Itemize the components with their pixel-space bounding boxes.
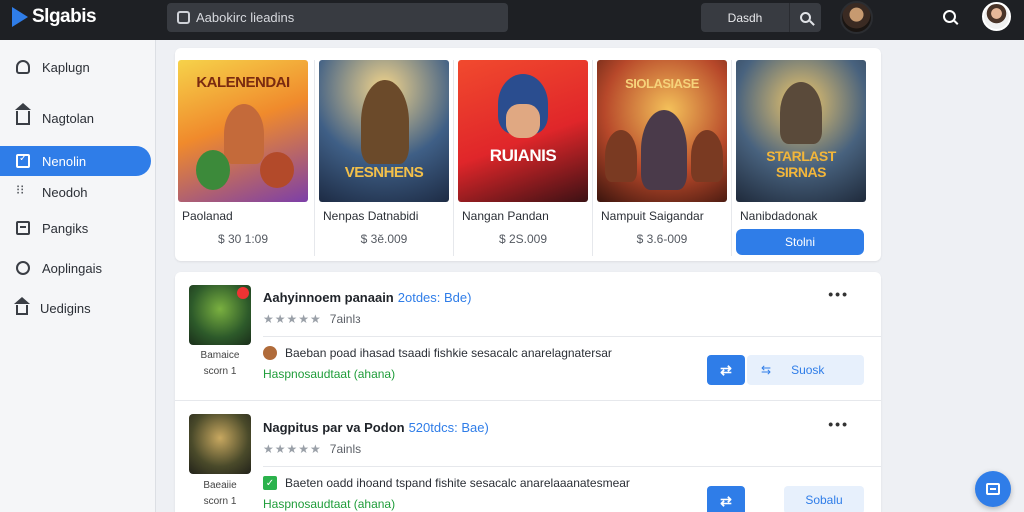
feed-title-text: Nagpitus par va Podon [263, 420, 405, 435]
sidebar-item-aoplingais[interactable]: Aoplingais [0, 253, 151, 283]
cover-title: STARLAST SIRNAS [766, 148, 836, 180]
rating-stars: ★★★★★ 7ainlз [263, 312, 361, 326]
sidebar-item-label: Neodoh [42, 184, 88, 200]
house-icon [14, 297, 30, 315]
more-options-icon[interactable]: ••• [828, 416, 849, 432]
store-button[interactable]: Stolni [736, 229, 864, 255]
sidebar-item-neodoh[interactable]: Neodoh [0, 177, 151, 207]
subscribe-button[interactable]: Sobalu [784, 486, 864, 512]
home-icon [15, 103, 31, 125]
badge-icon [237, 287, 249, 299]
description-text: Baeten oadd ihoand tspand fishite sesaca… [285, 476, 630, 490]
top-bar: Slgabis Dasdh [0, 0, 1024, 40]
sidebar-item-label: Nenolin [42, 153, 87, 169]
status-text: Haspnosaudtaat (ahana) [263, 367, 396, 381]
search-button[interactable]: Dasdh [701, 3, 789, 32]
person-icon [16, 60, 30, 74]
game-card[interactable]: STARLAST SIRNAS Nanibdadonak Stolni [736, 60, 866, 255]
share-icon: ⇄ [720, 492, 732, 509]
game-feed: Bamaice scorn 1 Aahyinnoem panaain 2otdes… [175, 272, 881, 512]
game-name: Nampuit Saigandar [601, 209, 704, 223]
game-price: $ 30 1:09 [217, 232, 269, 246]
floating-action-button[interactable] [975, 471, 1011, 507]
cover-title: RUIANIS [489, 146, 557, 165]
feed-tag[interactable]: 520tdcs: Bae) [409, 420, 489, 435]
feed-description: ✓ Baeten oadd ihoand tspand fishite sesa… [263, 476, 630, 490]
sidebar-item-kaplugn[interactable]: Kaplugn [0, 52, 151, 82]
game-cover-image[interactable]: KALENENDAI [178, 60, 308, 202]
sidebar-item-label: Pangiks [42, 220, 89, 236]
subscribe-button[interactable]: ⇆ Suosk [747, 355, 864, 385]
game-cover-image[interactable]: STARLAST SIRNAS [736, 60, 866, 202]
cover-title: KALENENDAI [196, 74, 290, 91]
sidebar-item-uedigins[interactable]: Uedigins [0, 293, 151, 323]
featured-games-strip: KALENENDAI Paolanad $ 30 1:09 VESNHENS N… [175, 48, 881, 261]
search-bar [167, 3, 508, 32]
game-card[interactable]: VESNHENS Nenpas Datnabidi $ 3ĕ.009 [319, 60, 449, 246]
status-text: Haspnosaudtaat (ahana) [263, 497, 396, 511]
calendar-icon [16, 221, 30, 235]
sidebar-item-label: Uedigins [40, 300, 91, 316]
sidebar-item-nenolin[interactable]: Nenolin [0, 146, 151, 176]
game-name: Paolanad [182, 209, 233, 223]
game-price: $ 3ĕ.009 [360, 232, 408, 246]
rating-count: 7ainls [329, 442, 362, 456]
more-options-icon[interactable]: ••• [828, 286, 849, 302]
game-price: $ 3.6-009 [636, 232, 688, 246]
play-logo-icon [12, 7, 28, 27]
game-card[interactable]: RUIANIS Nangan Pandan $ 2S.009 [458, 60, 588, 246]
publisher-avatar-icon [263, 346, 277, 360]
rating-stars: ★★★★★ 7ainls [263, 442, 362, 456]
search-input[interactable] [196, 10, 496, 25]
feed-title[interactable]: Aahyinnoem panaain 2otdes: Bde) [263, 290, 471, 305]
sidebar-item-label: Kaplugn [42, 59, 90, 75]
sidebar-item-pangiks[interactable]: Pangiks [0, 213, 151, 243]
feed-tag[interactable]: 2otdes: Bde) [398, 290, 472, 305]
search-icon[interactable] [943, 10, 956, 23]
checkbox-icon [16, 153, 30, 168]
game-card[interactable]: SIOLASIASE Nampuit Saigandar $ 3.6-009 [597, 60, 727, 246]
game-thumbnail[interactable] [189, 414, 251, 474]
search-bookmark-icon [177, 11, 190, 24]
game-name: Nangan Pandan [462, 209, 549, 223]
sidebar-item-nagtolan[interactable]: Nagtolan [0, 103, 151, 133]
app-name: Slgabis [32, 6, 97, 27]
share-icon: ⇄ [720, 361, 732, 378]
chat-icon [986, 483, 1000, 495]
game-price: $ 2S.009 [498, 232, 548, 246]
cover-title: SIOLASIASE [625, 76, 699, 91]
game-name: Nenpas Datnabidi [323, 209, 419, 223]
game-cover-image[interactable]: SIOLASIASE [597, 60, 727, 202]
sidebar-item-label: Aoplingais [42, 260, 102, 276]
gear-icon [16, 261, 30, 275]
rating-count: 7ainlз [329, 312, 361, 326]
share-button[interactable]: ⇄ [707, 486, 745, 512]
feed-title[interactable]: Nagpitus par va Podon 520tdcs: Bae) [263, 420, 489, 435]
pin-icon: ⇆ [761, 363, 772, 377]
thumbnail-subcaption: scorn 1 [203, 496, 237, 507]
share-button[interactable]: ⇄ [707, 355, 745, 385]
search-icon-button[interactable] [789, 3, 821, 32]
user-avatar[interactable] [982, 2, 1011, 31]
game-avatar[interactable] [840, 1, 873, 34]
game-cover-image[interactable]: RUIANIS [458, 60, 588, 202]
magnifier-icon [800, 12, 811, 23]
game-card[interactable]: KALENENDAI Paolanad $ 30 1:09 [178, 60, 308, 246]
feed-description: Baeban poad ihasad tsaadi fishkie sesaca… [263, 346, 612, 360]
game-thumbnail[interactable] [189, 285, 251, 345]
cover-title: VESNHENS [344, 164, 424, 181]
thumbnail-subcaption: scorn 1 [203, 366, 237, 377]
description-text: Baeban poad ihasad tsaadi fishkie sesaca… [285, 346, 612, 360]
sidebar-item-label: Nagtolan [42, 110, 95, 126]
game-name: Nanibdadonak [740, 209, 818, 223]
dots-icon [16, 182, 30, 199]
subscribe-label: Suosk [791, 363, 825, 377]
sidebar: Kaplugn Nagtolan Nenolin Neodoh Pangiks … [0, 40, 156, 512]
feed-title-text: Aahyinnoem panaain [263, 290, 394, 305]
verified-check-icon: ✓ [263, 476, 277, 490]
thumbnail-caption: Bamaice [200, 350, 240, 361]
thumbnail-caption: Baeaiie [203, 480, 237, 491]
game-cover-image[interactable]: VESNHENS [319, 60, 449, 202]
app-logo[interactable]: Slgabis [12, 6, 97, 28]
